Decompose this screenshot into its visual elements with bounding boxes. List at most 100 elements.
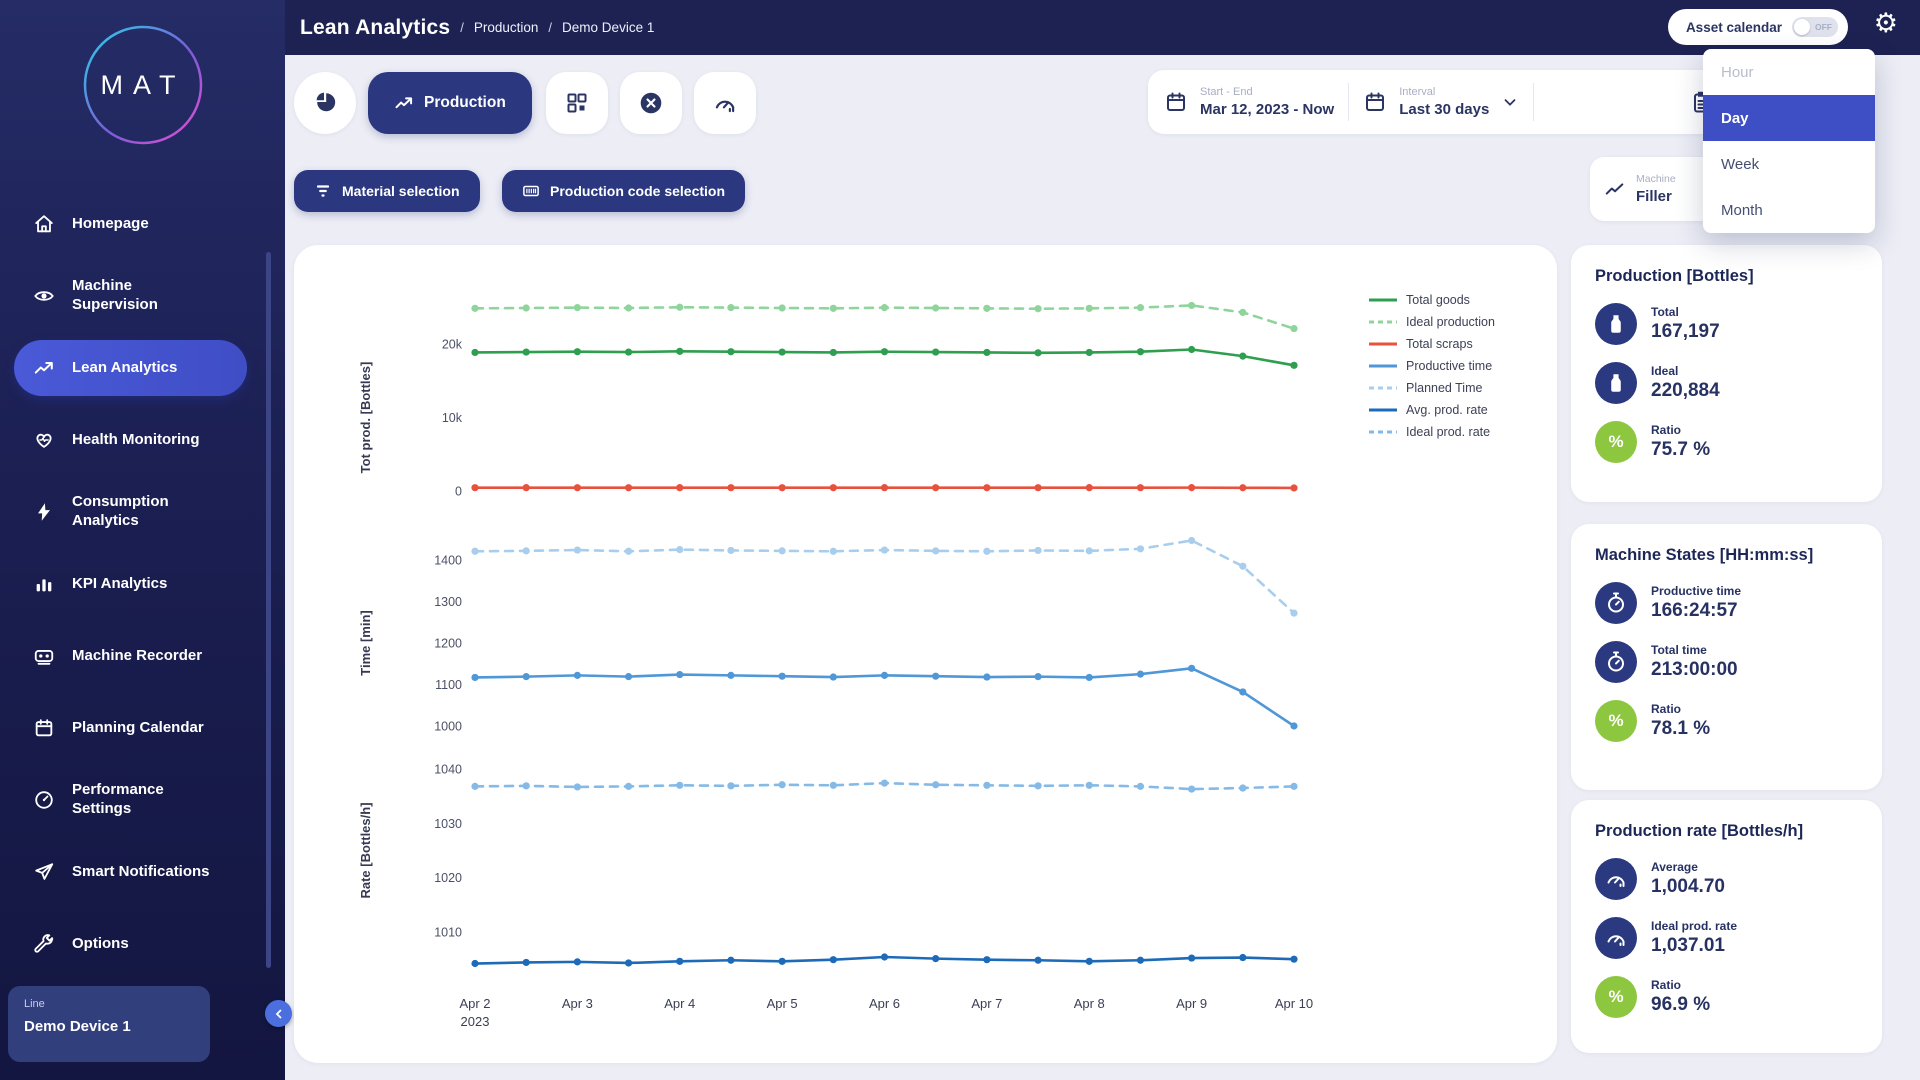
stopwatch-icon [1595,582,1637,624]
card-title: Machine States [HH:mm:ss] [1595,546,1814,564]
interval-field[interactable]: Interval Last 30 days [1363,86,1519,118]
sidebar-item-kpi-analytics[interactable]: KPI Analytics [0,548,285,620]
summary-row: Total time 213:00:00 [1595,641,1858,683]
legend-label: Ideal prod. rate [1406,425,1491,439]
gauge-icon [715,100,735,113]
legend-item[interactable]: Avg. prod. rate [1368,403,1495,417]
line-chart-icon [1605,183,1624,195]
sidebar-item-machine-supervision[interactable]: Machine Supervision [0,260,285,332]
rate-view-button[interactable] [694,72,756,134]
bottle-icon [1595,303,1637,345]
breadcrumb-segment-production: Production [473,20,539,35]
production-tab-button[interactable]: Production [368,72,532,134]
heart-pulse-icon [32,428,56,452]
pie-chart-view-button[interactable] [294,72,356,134]
summary-row: Average 1,004.70 [1595,858,1858,900]
gauge-icon [1595,917,1637,959]
sidebar-scrollbar[interactable] [266,252,271,968]
sidebar-item-label: Machine Recorder [72,646,203,664]
legend-item[interactable]: Ideal production [1368,315,1495,329]
recorder-icon [32,644,56,668]
x-tick-label: Apr 9 [1176,996,1208,1011]
breadcrumb-separator: / [548,20,553,35]
gear-icon[interactable]: ⚙ [1874,8,1898,39]
row-value: 167,197 [1651,321,1720,342]
card-title: Production rate [Bottles/h] [1595,822,1804,840]
row-label: Ratio [1651,702,1681,716]
row-label: Productive time [1651,584,1742,598]
dropdown-option-day[interactable]: Day [1703,95,1875,141]
summary-row: Productive time 166:24:57 [1595,582,1858,624]
sidebar-item-label: Options [72,934,129,952]
svg-text:1400: 1400 [434,554,462,568]
svg-text:Rate [Bottles/h]: Rate [Bottles/h] [358,802,373,898]
sidebar-item-consumption-analytics[interactable]: Consumption Analytics [0,476,285,548]
time-subplot: 1000 1100 1200 1300 1400 Time [min] [358,536,1298,734]
date-range-field[interactable]: Start - End Mar 12, 2023 - Now [1164,86,1334,118]
legend-item[interactable]: Productive time [1368,359,1495,373]
summary-row: Ideal prod. rate 1,037.01 [1595,917,1858,959]
pie-chart-icon [316,92,336,112]
row-label: Total [1651,305,1679,319]
bottle-icon [1595,362,1637,404]
legend-item[interactable]: Planned Time [1368,381,1495,395]
dropdown-option-hour[interactable]: Hour [1703,49,1875,95]
legend-label: Planned Time [1406,381,1483,395]
calendar-icon [1366,92,1385,111]
clear-selection-button[interactable] [620,72,682,134]
row-label: Total time [1651,643,1707,657]
bar-chart-icon [32,572,56,596]
material-selection-button[interactable]: Material selection [294,170,480,212]
production-code-selection-label: Production code selection [550,183,726,199]
x-tick-label: Apr 7 [971,996,1003,1011]
wrench-icon [32,932,56,956]
asset-calendar-switch[interactable]: OFF [1792,17,1838,37]
row-value: 96.9 % [1651,994,1711,1015]
sidebar-item-performance-settings[interactable]: Performance Settings [0,764,285,836]
chevron-down-icon [1504,99,1516,106]
machine-selector-text: Machine Filler [1636,173,1676,205]
sidebar-collapse-button[interactable] [265,1000,292,1027]
date-range-label: Start - End [1200,86,1253,98]
asset-calendar-pill[interactable]: Asset calendar OFF [1667,9,1848,45]
production-code-selection-button[interactable]: Production code selection [502,170,746,212]
legend-label: Total goods [1406,293,1470,307]
date-controls: Start - End Mar 12, 2023 - Now Interval … [1148,70,1736,134]
bolt-icon [32,500,56,524]
legend-item[interactable]: Total goods [1368,293,1495,307]
qr-view-button[interactable] [546,72,608,134]
legend-label: Productive time [1406,359,1493,373]
row-value: 213:00:00 [1651,659,1738,680]
sidebar-item-machine-recorder[interactable]: Machine Recorder [0,620,285,692]
sidebar-item-options[interactable]: Options [0,908,285,980]
sidebar-item-homepage[interactable]: Homepage [0,188,285,260]
row-value: 1,037.01 [1651,935,1725,956]
sidebar-item-lean-analytics[interactable]: Lean Analytics [14,340,247,396]
interval-dropdown: Hour Day Week Month [1703,49,1875,233]
row-label: Ratio [1651,978,1681,992]
legend-item[interactable]: Total scraps [1368,337,1495,351]
sidebar-item-planning-calendar[interactable]: Planning Calendar [0,692,285,764]
sidebar-item-health-monitoring[interactable]: Health Monitoring [0,404,285,476]
legend-item[interactable]: Ideal prod. rate [1368,425,1495,439]
device-selector-card[interactable]: Line Demo Device 1 [8,986,210,1062]
sidebar-item-label: Lean Analytics [72,358,178,376]
row-label: Ideal prod. rate [1651,919,1738,933]
row-label: Ratio [1651,423,1681,437]
x-tick-label: Apr 6 [868,996,901,1011]
row-label: Ideal [1651,364,1679,378]
chart-legend: Total goods Ideal production Total scraps P… [1368,293,1495,439]
legend-swatch [1369,386,1397,390]
machine-value: Filler [1636,188,1672,205]
sidebar-item-label: Machine Supervision [72,277,158,313]
chart-card: 0 10k 20k Tot prod. [Bottles] 1000 1100 1200 1… [294,245,1557,1063]
sidebar-item-label: Smart Notifications [72,862,210,880]
breadcrumb: Lean Analytics / Production / Demo Devic… [300,0,654,55]
sidebar-item-smart-notifications[interactable]: Smart Notifications [0,836,285,908]
x-tick-label: Apr 5 [766,996,798,1011]
row-label: Average [1651,860,1698,874]
dropdown-option-week[interactable]: Week [1703,141,1875,187]
row-value: 166:24:57 [1651,600,1738,621]
svg-text:1030: 1030 [434,817,462,831]
dropdown-option-month[interactable]: Month [1703,187,1875,233]
